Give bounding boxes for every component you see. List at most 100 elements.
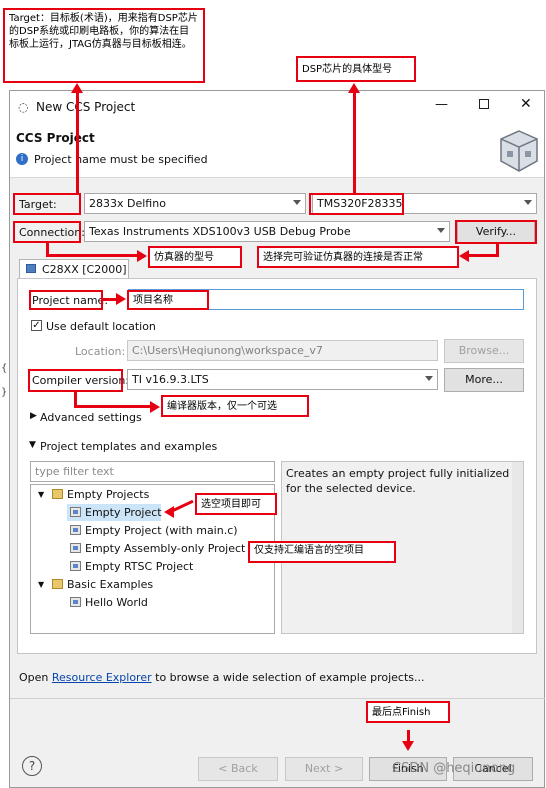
title-bar: ◌ New CCS Project — ✕ bbox=[10, 91, 544, 123]
device-highlight bbox=[309, 193, 404, 215]
arrow-right-icon bbox=[137, 250, 147, 262]
target-family-select[interactable]: 2833x Delfino bbox=[84, 193, 306, 214]
arrow-down-icon bbox=[402, 741, 414, 751]
emulator-annotation-note: 仿真器的型号 bbox=[148, 246, 242, 268]
advanced-settings-toggle[interactable]: Advanced settings bbox=[40, 411, 142, 424]
use-default-checkbox[interactable]: ✓ bbox=[31, 320, 42, 331]
connection-value: Texas Instruments XDS100v3 USB Debug Pro… bbox=[89, 225, 351, 238]
tree-group-label: Basic Examples bbox=[67, 578, 154, 591]
tree-item-label: Empty RTSC Project bbox=[85, 560, 194, 573]
chevron-down-icon bbox=[524, 200, 532, 205]
compiler-version-value: TI v16.9.3.LTS bbox=[132, 373, 209, 386]
annotation-arrow-line bbox=[74, 405, 151, 408]
tree-item-empty-project-main[interactable]: Empty Project (with main.c) bbox=[70, 524, 238, 537]
maximize-icon[interactable] bbox=[479, 99, 489, 109]
minimize-icon[interactable]: — bbox=[435, 97, 448, 112]
compiler-version-select[interactable]: TI v16.9.3.LTS bbox=[127, 369, 438, 390]
resource-explorer-link[interactable]: Resource Explorer bbox=[52, 671, 152, 684]
location-label: Location: bbox=[75, 345, 126, 358]
tree-item-empty-rtsc[interactable]: Empty RTSC Project bbox=[70, 560, 193, 573]
templates-section-label[interactable]: Project templates and examples bbox=[40, 440, 217, 453]
connection-highlight bbox=[13, 221, 81, 243]
tree-group-basic-examples[interactable]: Basic Examples bbox=[52, 578, 153, 591]
project-template-icon bbox=[70, 525, 81, 535]
edge-fragment: } bbox=[1, 387, 8, 398]
project-template-icon bbox=[70, 597, 81, 607]
location-value: C:\Users\Heqiunong\workspace_v7 bbox=[132, 344, 323, 357]
tree-item-label: Empty Assembly-only Project bbox=[85, 542, 246, 555]
chip-icon bbox=[26, 264, 36, 273]
tree-group-label: Empty Projects bbox=[67, 488, 150, 501]
arrow-left-icon bbox=[459, 250, 469, 262]
arrow-up-icon bbox=[348, 83, 360, 93]
csdn-watermark: CSDN @heqiunong bbox=[392, 761, 516, 776]
page-title: CCS Project bbox=[16, 131, 95, 145]
resource-explorer-line: Open Resource Explorer to browse a wide … bbox=[19, 671, 424, 684]
filter-input[interactable]: type filter text bbox=[30, 461, 275, 482]
close-icon[interactable]: ✕ bbox=[520, 96, 532, 112]
folder-icon bbox=[52, 489, 63, 499]
open-prefix: Open bbox=[19, 671, 49, 684]
open-suffix: to browse a wide selection of example pr… bbox=[155, 671, 425, 684]
project-template-icon bbox=[70, 543, 81, 553]
compiler-annotation-note: 编译器版本，仅一个可选 bbox=[161, 395, 309, 417]
annotation-arrow-line bbox=[468, 254, 499, 257]
dialog-header: CCS Project i Project name must be speci… bbox=[10, 123, 544, 178]
assembly-annotation-note: 仅支持汇编语言的空项目 bbox=[250, 543, 394, 561]
chevron-down-icon bbox=[425, 376, 433, 381]
arrow-up-icon bbox=[71, 83, 83, 93]
tree-group-empty-projects[interactable]: Empty Projects bbox=[52, 488, 149, 501]
verify-annotation-note: 选择完可验证仿真器的连接是否正常 bbox=[257, 246, 459, 268]
project-template-icon bbox=[70, 507, 81, 517]
annotation-arrow-line bbox=[103, 298, 117, 301]
empty-project-annotation-note: 选空项目即可 bbox=[195, 493, 277, 515]
more-button[interactable]: More... bbox=[444, 368, 524, 392]
chevron-down-icon bbox=[293, 200, 301, 205]
dsp-chip-annotation-note: DSP芯片的具体型号 bbox=[296, 56, 416, 82]
filter-placeholder: type filter text bbox=[35, 465, 114, 478]
annotation-arrow-line bbox=[46, 254, 138, 257]
ccs-cube-icon bbox=[500, 130, 538, 172]
target-family-value: 2833x Delfino bbox=[89, 197, 166, 210]
info-icon: i bbox=[16, 153, 28, 165]
use-default-label: Use default location bbox=[46, 320, 156, 333]
next-button[interactable]: Next > bbox=[285, 757, 363, 781]
folder-icon bbox=[52, 579, 63, 589]
arrow-right-icon bbox=[116, 293, 126, 305]
tree-item-label: Empty Project (with main.c) bbox=[85, 524, 238, 537]
tab-c28xx[interactable]: C28XX [C2000] bbox=[19, 259, 129, 279]
location-input[interactable]: C:\Users\Heqiunong\workspace_v7 bbox=[127, 340, 438, 361]
annotation-arrow-line bbox=[353, 92, 356, 193]
project-template-icon bbox=[70, 561, 81, 571]
annotation-arrow-line bbox=[76, 92, 79, 193]
tree-expand-icon[interactable]: ▼ bbox=[38, 490, 44, 499]
window-title: New CCS Project bbox=[36, 100, 136, 114]
target-annotation-note: Target：目标板(术语)，用来指有DSP芯片的DSP系统或印刷电路板，你的算… bbox=[3, 8, 205, 83]
finish-annotation-note: 最后点Finish bbox=[366, 701, 450, 723]
tree-item-empty-project[interactable]: Empty Project bbox=[70, 506, 162, 519]
chevron-down-icon bbox=[437, 228, 445, 233]
verify-highlight bbox=[455, 220, 537, 244]
tree-item-empty-assembly[interactable]: Empty Assembly-only Project bbox=[70, 542, 245, 555]
tree-expand-icon[interactable]: ▼ bbox=[38, 580, 44, 589]
compiler-highlight bbox=[28, 369, 123, 392]
edge-fragment: { bbox=[1, 363, 8, 374]
arrow-right-icon bbox=[150, 401, 160, 413]
back-button[interactable]: < Back bbox=[198, 757, 278, 781]
connection-select[interactable]: Texas Instruments XDS100v3 USB Debug Pro… bbox=[84, 221, 450, 242]
tree-item-hello-world[interactable]: Hello World bbox=[70, 596, 148, 609]
chevron-down-icon[interactable]: ▼ bbox=[29, 440, 36, 450]
tree-item-label: Hello World bbox=[85, 596, 148, 609]
footer-divider bbox=[10, 698, 545, 699]
description-scrollbar[interactable] bbox=[512, 462, 523, 633]
browse-button[interactable]: Browse... bbox=[444, 339, 524, 363]
target-highlight bbox=[13, 193, 81, 215]
chevron-right-icon[interactable]: ▶ bbox=[30, 411, 37, 421]
help-icon[interactable]: ? bbox=[22, 756, 42, 776]
tab-label: C28XX [C2000] bbox=[42, 263, 127, 276]
validation-message: Project name must be specified bbox=[34, 153, 208, 166]
tree-item-label: Empty Project bbox=[85, 506, 162, 519]
project-name-highlight bbox=[29, 290, 103, 310]
project-name-annotation-note: 项目名称 bbox=[127, 290, 209, 310]
app-icon: ◌ bbox=[18, 100, 29, 114]
